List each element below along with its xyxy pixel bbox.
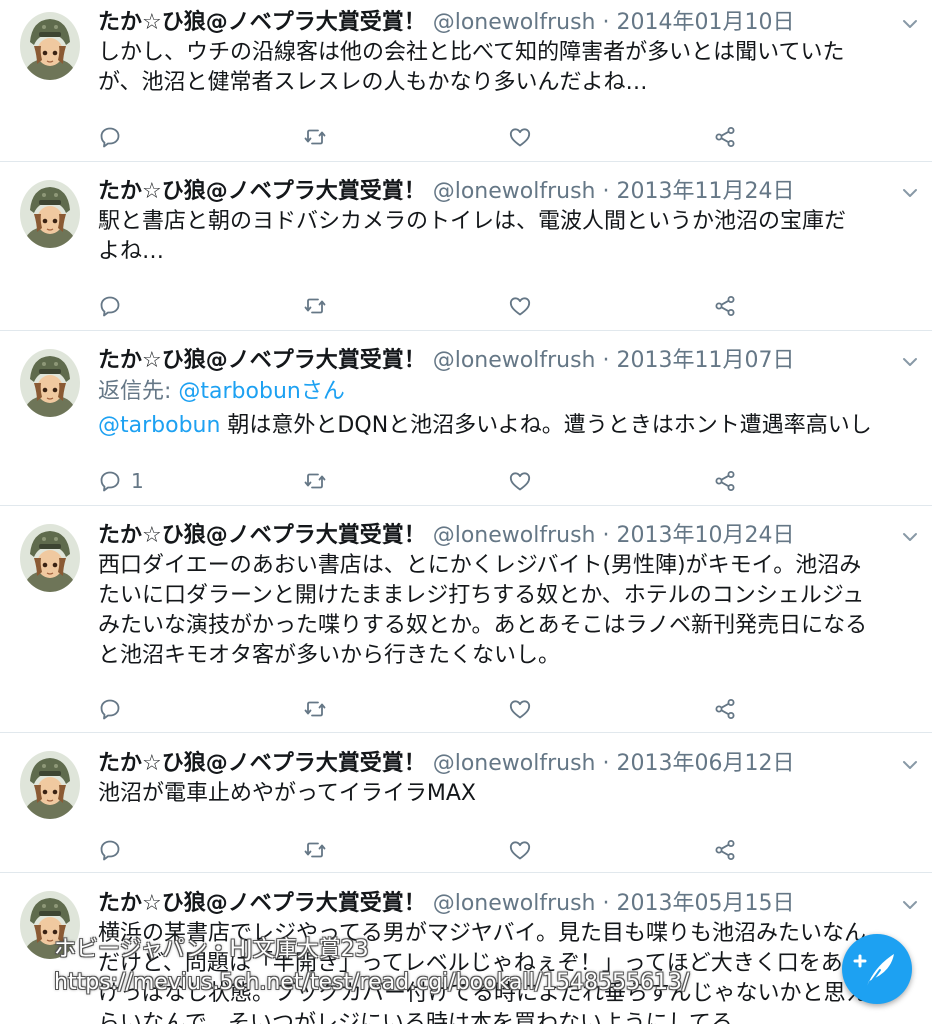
chevron-down-icon[interactable] (902, 354, 918, 370)
chevron-down-icon[interactable] (902, 529, 918, 545)
reply-icon[interactable] (98, 294, 122, 318)
separator: · (602, 523, 610, 548)
tweet[interactable]: たか☆ひ狼@ノベプラ大賞受賞！ @lonewolfrush · 2013年11月… (0, 331, 932, 506)
avatar[interactable] (20, 524, 80, 592)
tweet[interactable]: たか☆ひ狼@ノベプラ大賞受賞！ @lonewolfrush · 2014年01月… (0, 0, 932, 162)
separator: · (602, 348, 610, 373)
tweet-header: たか☆ひ狼@ノベプラ大賞受賞！ @lonewolfrush · 2013年11月… (98, 347, 794, 375)
avatar[interactable] (20, 751, 80, 819)
tweet-text-line: 駅と書店と朝のヨドバシカメラのトイレは、電波人間というか池沼の宝庫だ (98, 209, 847, 234)
avatar[interactable] (20, 180, 80, 248)
share-icon[interactable] (713, 469, 737, 493)
tweet-text: しかし、ウチの沿線客は他の会社と比べて知的障害者が多いとは聞いていた が、池沼と… (98, 38, 906, 98)
separator: · (602, 179, 610, 204)
retweet-icon[interactable] (303, 697, 327, 721)
author-name[interactable]: たか☆ひ狼@ノベプラ大賞受賞！ (98, 751, 426, 776)
author-name[interactable]: たか☆ひ狼@ノベプラ大賞受賞！ (98, 348, 426, 373)
tweet-text-line: たいに口ダラーンと開けたままレジ打ちする奴とか、ホテルのコンシェルジュ (98, 583, 865, 608)
tweet-text: 西口ダイエーのあおい書店は、とにかくレジバイト(男性陣)がキモイ。池沼み たいに… (98, 551, 906, 671)
tweet-header: たか☆ひ狼@ノベプラ大賞受賞！ @lonewolfrush · 2013年11月… (98, 178, 794, 206)
heart-icon[interactable] (508, 469, 532, 493)
retweet-icon[interactable] (303, 838, 327, 862)
reply-prefix: 返信先: (98, 379, 179, 404)
tweet-text-line: と池沼キモオタ客が多いから行きたくないし。 (98, 643, 561, 668)
tweet-text-line: よね… (98, 239, 165, 264)
watermark-title: ホビージャパン・HJ文庫大賞23 (54, 937, 369, 962)
tweet-date[interactable]: 2013年06月12日 (617, 751, 795, 776)
reply-context: 返信先: @tarbobunさん (98, 377, 345, 407)
tweet-header: たか☆ひ狼@ノベプラ大賞受賞！ @lonewolfrush · 2013年10月… (98, 522, 794, 550)
author-handle[interactable]: @lonewolfrush (433, 523, 596, 548)
share-icon[interactable] (713, 838, 737, 862)
compose-tweet-icon (853, 954, 894, 990)
tweet-date[interactable]: 2014年01月10日 (617, 10, 795, 35)
mention-link[interactable]: @tarbobun (98, 413, 220, 438)
tweet-header: たか☆ひ狼@ノベプラ大賞受賞！ @lonewolfrush · 2014年01月… (98, 9, 794, 37)
author-handle[interactable]: @lonewolfrush (433, 891, 596, 916)
author-name[interactable]: たか☆ひ狼@ノベプラ大賞受賞！ (98, 179, 426, 204)
tweet-text: 池沼が電車止めやがってイライラMAX (98, 779, 906, 809)
reply-icon[interactable] (98, 838, 122, 862)
avatar[interactable] (20, 12, 80, 80)
heart-icon[interactable] (508, 697, 532, 721)
chevron-down-icon[interactable] (902, 897, 918, 913)
reply-icon[interactable] (98, 469, 122, 493)
tweet-text-line: が、池沼と健常者スレスレの人もかなり多いんだよね… (98, 70, 648, 95)
share-icon[interactable] (713, 125, 737, 149)
tweet-date[interactable]: 2013年11月24日 (617, 179, 795, 204)
author-handle[interactable]: @lonewolfrush (433, 348, 596, 373)
watermark-url: https://mevius.5ch.net/test/read.cgi/boo… (54, 970, 690, 995)
tweet-date[interactable]: 2013年10月24日 (617, 523, 795, 548)
heart-icon[interactable] (508, 125, 532, 149)
tweet-text-line: 朝は意外とDQNと池沼多いよね。遭うときはホント遭遇率高いし (220, 413, 872, 438)
tweet-date[interactable]: 2013年11月07日 (617, 348, 795, 373)
share-icon[interactable] (713, 294, 737, 318)
tweet-date[interactable]: 2013年05月15日 (617, 891, 795, 916)
author-handle[interactable]: @lonewolfrush (433, 10, 596, 35)
author-handle[interactable]: @lonewolfrush (433, 179, 596, 204)
tweet[interactable]: たか☆ひ狼@ノベプラ大賞受賞！ @lonewolfrush · 2013年06月… (0, 733, 932, 873)
retweet-icon[interactable] (303, 125, 327, 149)
heart-icon[interactable] (508, 294, 532, 318)
tweet-text-line: 西口ダイエーのあおい書店は、とにかくレジバイト(男性陣)がキモイ。池沼み (98, 553, 862, 578)
retweet-icon[interactable] (303, 294, 327, 318)
reply-to-link[interactable]: @tarbobunさん (178, 379, 344, 404)
tweet-header: たか☆ひ狼@ノベプラ大賞受賞！ @lonewolfrush · 2013年05月… (98, 890, 794, 918)
tweet[interactable]: たか☆ひ狼@ノベプラ大賞受賞！ @lonewolfrush · 2013年11月… (0, 162, 932, 331)
author-handle[interactable]: @lonewolfrush (433, 751, 596, 776)
heart-icon[interactable] (508, 838, 532, 862)
chevron-down-icon[interactable] (902, 185, 918, 201)
tweet-text-line: みたいな演技がかった喋りする奴とか。あとあそこはラノベ新刊発売日になる (98, 613, 868, 638)
reply-icon[interactable] (98, 697, 122, 721)
tweet-text-line: らいなんで、そいつがレジにいる時は本を買わないようにしてる (98, 1011, 733, 1024)
reply-count: 1 (131, 469, 144, 493)
tweet-text-line: しかし、ウチの沿線客は他の会社と比べて知的障害者が多いとは聞いていた (98, 40, 845, 65)
reply-icon[interactable] (98, 125, 122, 149)
retweet-icon[interactable] (303, 469, 327, 493)
tweet-text-line: 池沼が電車止めやがってイライラMAX (98, 781, 477, 806)
author-name[interactable]: たか☆ひ狼@ノベプラ大賞受賞！ (98, 891, 426, 916)
tweet-text: @tarbobun 朝は意外とDQNと池沼多いよね。遭うときはホント遭遇率高いし (98, 411, 906, 441)
author-name[interactable]: たか☆ひ狼@ノベプラ大賞受賞！ (98, 10, 426, 35)
separator: · (602, 891, 610, 916)
tweet[interactable]: たか☆ひ狼@ノベプラ大賞受賞！ @lonewolfrush · 2013年10月… (0, 506, 932, 733)
author-name[interactable]: たか☆ひ狼@ノベプラ大賞受賞！ (98, 523, 426, 548)
chevron-down-icon[interactable] (902, 16, 918, 32)
avatar[interactable] (20, 349, 80, 417)
separator: · (602, 10, 610, 35)
tweet-text: 駅と書店と朝のヨドバシカメラのトイレは、電波人間というか池沼の宝庫だ よね… (98, 207, 906, 267)
tweet-header: たか☆ひ狼@ノベプラ大賞受賞！ @lonewolfrush · 2013年06月… (98, 750, 794, 778)
compose-tweet-button[interactable] (842, 934, 912, 1004)
chevron-down-icon[interactable] (902, 757, 918, 773)
separator: · (602, 751, 610, 776)
share-icon[interactable] (713, 697, 737, 721)
